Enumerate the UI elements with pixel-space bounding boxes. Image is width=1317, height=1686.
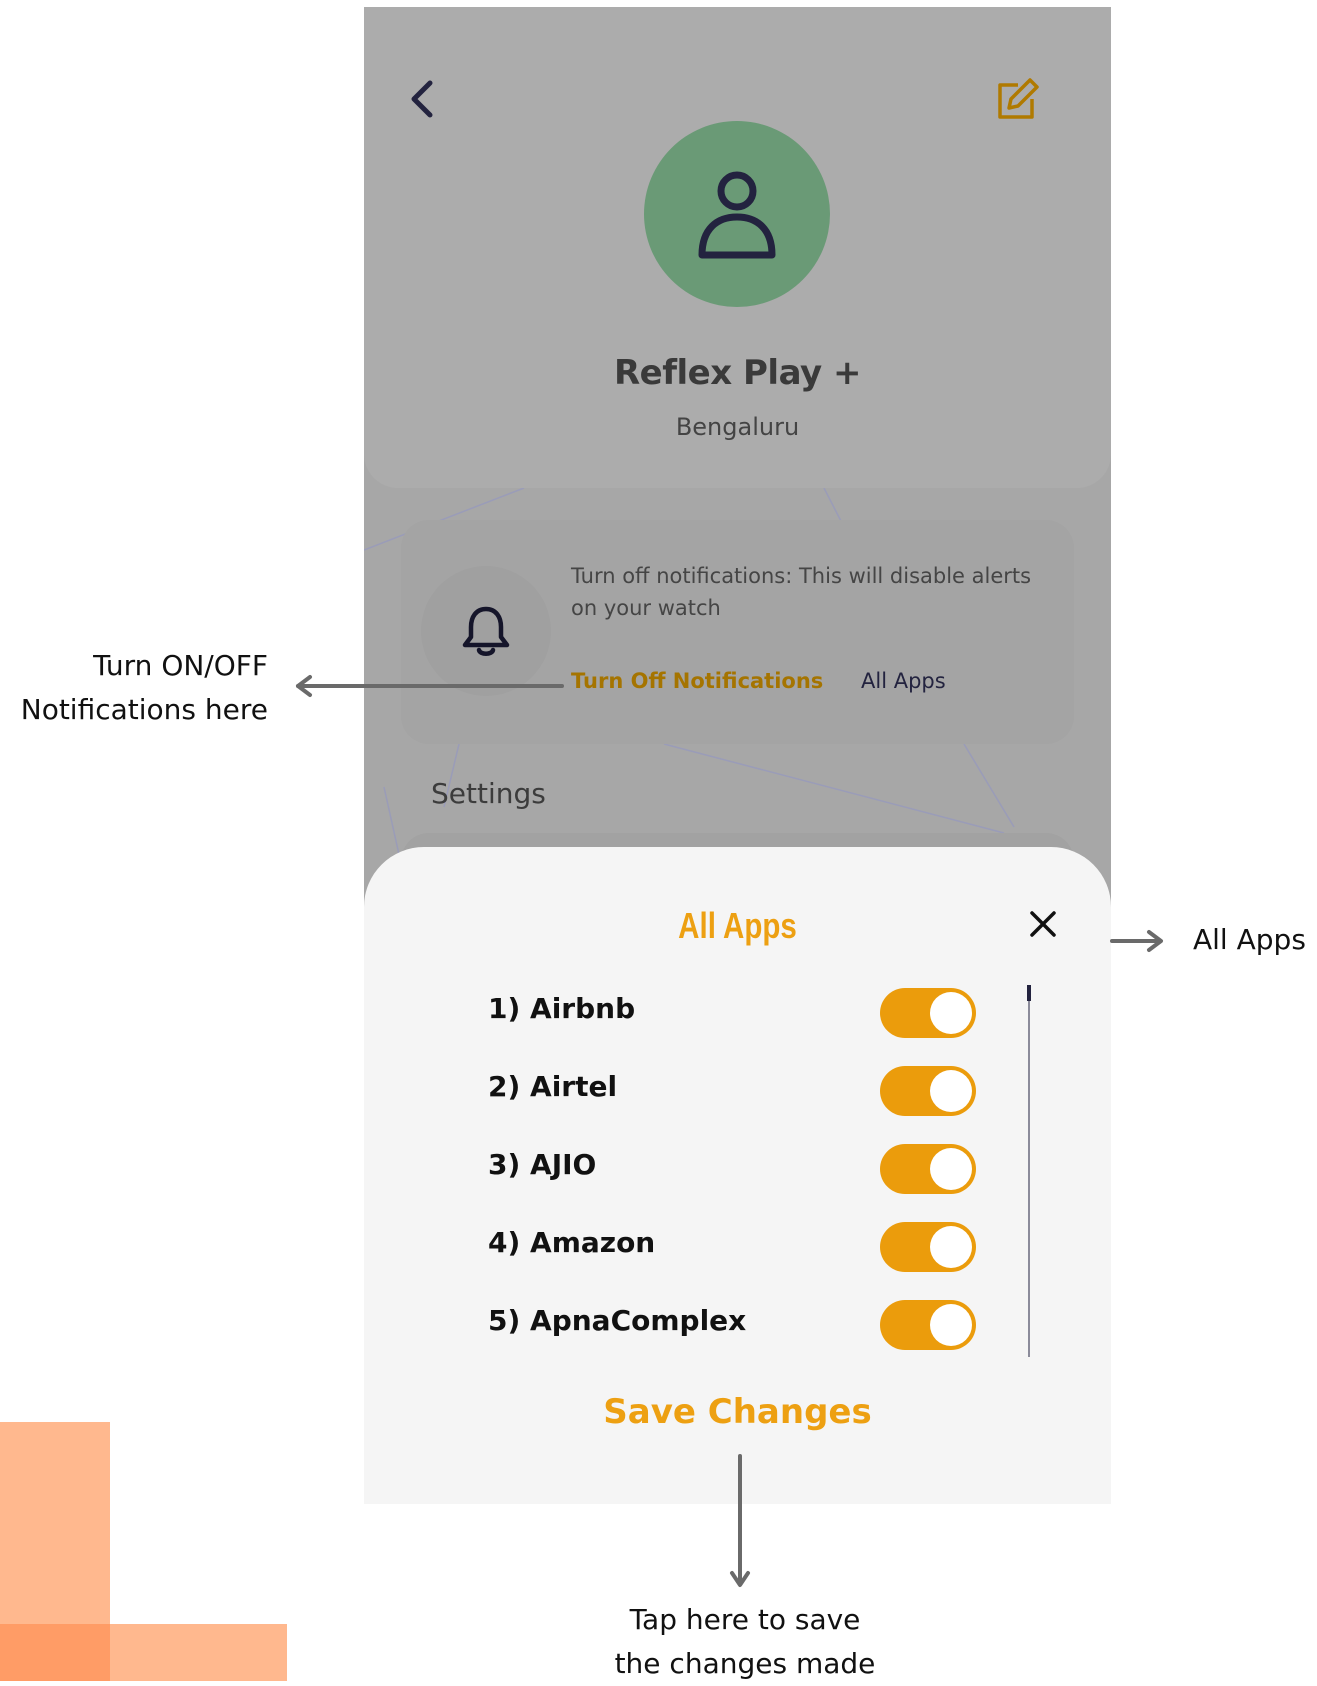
app-label: 2) Airtel (488, 1070, 618, 1103)
annotation-all-apps: All Apps (1193, 923, 1306, 956)
avatar (644, 121, 830, 307)
notifications-description: Turn off notifications: This will disabl… (571, 564, 1032, 620)
toggle-knob (930, 992, 972, 1034)
toggle-knob (930, 1304, 972, 1346)
notifications-card: Turn off notifications: This will disabl… (401, 520, 1074, 744)
back-button[interactable] (402, 77, 446, 121)
app-row: 1) Airbnb (364, 982, 1111, 1042)
user-icon (698, 171, 776, 259)
all-apps-link[interactable]: All Apps (861, 669, 946, 693)
annotation-line: the changes made (614, 1647, 876, 1680)
app-row: 2) Airtel (364, 1060, 1111, 1120)
app-list[interactable]: 1) Airbnb 2) Airtel 3) AJIO 4) Amazon 5)… (364, 982, 1111, 1357)
app-toggle[interactable] (880, 1300, 976, 1350)
profile-card: Reflex Play + Bengaluru (364, 7, 1111, 488)
annotation-notifications: Turn ON/OFF Notifications here (0, 644, 268, 732)
annotation-line: Notifications here (20, 693, 268, 726)
edit-icon (998, 78, 1039, 119)
settings-heading: Settings (431, 777, 546, 810)
app-row: 5) ApnaComplex (364, 1294, 1111, 1354)
chevron-left-icon (411, 80, 433, 118)
toggle-knob (930, 1148, 972, 1190)
sheet-title: All Apps (678, 905, 797, 946)
toggle-knob (930, 1070, 972, 1112)
save-changes-button[interactable]: Save Changes (364, 1392, 1111, 1432)
bell-badge (421, 566, 551, 696)
bell-icon (462, 606, 510, 656)
annotation-line: Tap here to save (629, 1603, 861, 1636)
toggle-knob (930, 1226, 972, 1268)
scrollbar-thumb[interactable] (1027, 985, 1031, 1001)
app-label: 5) ApnaComplex (488, 1304, 747, 1337)
profile-city: Bengaluru (675, 413, 800, 441)
app-toggle[interactable] (880, 988, 976, 1038)
all-apps-sheet: All Apps 1) Airbnb 2) Airtel 3) AJIO 4) … (364, 847, 1111, 1504)
app-toggle[interactable] (880, 1222, 976, 1272)
phone-screen: Reflex Play + Bengaluru Turn off notific… (364, 7, 1111, 1504)
app-label: 4) Amazon (488, 1226, 656, 1259)
app-label: 3) AJIO (488, 1148, 597, 1181)
close-button[interactable] (1024, 905, 1062, 943)
app-toggle[interactable] (880, 1066, 976, 1116)
edit-profile-button[interactable] (994, 77, 1040, 123)
decor-block (0, 1624, 110, 1681)
turn-off-notifications-link[interactable]: Turn Off Notifications (571, 669, 823, 693)
app-row: 3) AJIO (364, 1138, 1111, 1198)
annotation-save: Tap here to save the changes made (580, 1598, 910, 1686)
profile-name: Reflex Play + (614, 353, 861, 393)
app-toggle[interactable] (880, 1144, 976, 1194)
close-icon (1030, 911, 1056, 937)
scrollbar[interactable] (1028, 985, 1030, 1357)
app-row: 4) Amazon (364, 1216, 1111, 1276)
annotation-line: Turn ON/OFF (93, 649, 268, 682)
app-label: 1) Airbnb (488, 992, 636, 1025)
